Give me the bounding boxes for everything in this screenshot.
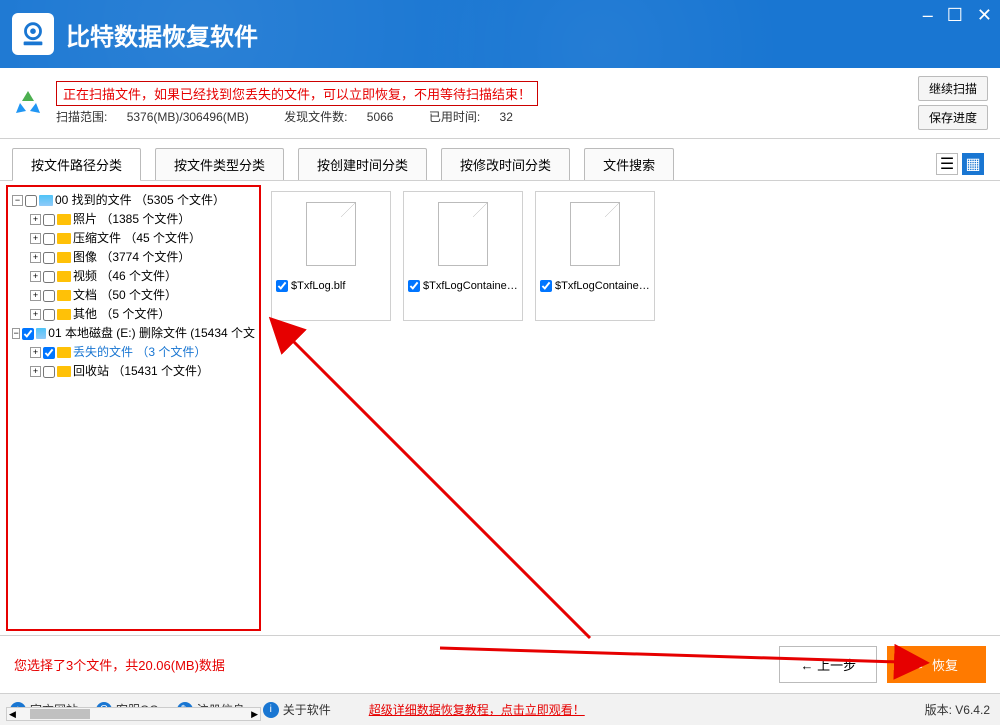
folder-icon xyxy=(57,233,71,244)
tree-checkbox[interactable] xyxy=(22,328,34,340)
file-name: $TxfLogContainer... xyxy=(555,280,650,292)
tab-search[interactable]: 文件搜索 xyxy=(584,148,674,180)
expand-icon[interactable]: + xyxy=(30,290,41,301)
app-title: 比特数据恢复软件 xyxy=(66,17,258,52)
maximize-icon[interactable]: ☐ xyxy=(947,6,963,24)
continue-scan-button[interactable]: 继续扫描 xyxy=(918,76,988,101)
tree-checkbox[interactable] xyxy=(25,195,37,207)
expand-icon[interactable]: + xyxy=(30,366,41,377)
tab-modified[interactable]: 按修改时间分类 xyxy=(441,148,570,180)
expand-icon[interactable]: + xyxy=(30,347,41,358)
tree-label[interactable]: 丢失的文件 （3 个文件） xyxy=(73,343,206,362)
folder-icon xyxy=(57,290,71,301)
file-checkbox[interactable] xyxy=(276,280,288,292)
tutorial-link[interactable]: 超级详细数据恢复教程，点击立即观看！ xyxy=(369,701,585,718)
bottom-bar: 您选择了3个文件，共20.06(MB)数据 ← 上一步 ⟳恢复 xyxy=(0,635,1000,693)
expand-icon[interactable]: + xyxy=(30,214,41,225)
tab-type[interactable]: 按文件类型分类 xyxy=(155,148,284,180)
folder-icon xyxy=(57,252,71,263)
title-bar: 比特数据恢复软件 – ☐ ✕ xyxy=(0,0,1000,68)
file-icon xyxy=(438,202,488,266)
tree-label[interactable]: 压缩文件 （45 个文件） xyxy=(73,229,201,248)
tree-checkbox[interactable] xyxy=(43,214,55,226)
tree-checkbox[interactable] xyxy=(43,309,55,321)
tab-path[interactable]: 按文件路径分类 xyxy=(12,148,141,181)
scan-progress-area: 正在扫描文件，如果已经找到您丢失的文件，可以立即恢复，不用等待扫描结束！ 扫描范… xyxy=(0,68,1000,139)
version-label: 版本: V6.4.2 xyxy=(925,701,990,718)
folder-icon xyxy=(57,347,71,358)
file-item[interactable]: $TxfLog.blf xyxy=(271,191,391,321)
drive-icon xyxy=(39,195,53,206)
tree-label[interactable]: 其他 （5 个文件） xyxy=(73,305,170,324)
tree-scrollbar[interactable]: ◀▶ xyxy=(6,707,261,721)
tree-checkbox[interactable] xyxy=(43,233,55,245)
tree-label[interactable]: 照片 （1385 个文件） xyxy=(73,210,190,229)
file-grid: $TxfLog.blf $TxfLogContainer... $TxfLogC… xyxy=(261,181,1000,635)
file-name: $TxfLogContainer... xyxy=(423,280,518,292)
minimize-icon[interactable]: – xyxy=(923,6,933,24)
recycle-icon xyxy=(12,87,44,119)
save-progress-button[interactable]: 保存进度 xyxy=(918,105,988,130)
file-item[interactable]: $TxfLogContainer... xyxy=(403,191,523,321)
folder-icon xyxy=(57,309,71,320)
expand-icon[interactable]: + xyxy=(30,309,41,320)
tree-label[interactable]: 文档 （50 个文件） xyxy=(73,286,177,305)
tree-label[interactable]: 图像 （3774 个文件） xyxy=(73,248,190,267)
expand-icon[interactable]: + xyxy=(30,271,41,282)
app-logo xyxy=(12,13,54,55)
folder-icon xyxy=(57,214,71,225)
file-checkbox[interactable] xyxy=(408,280,420,292)
view-list-icon[interactable]: ☰ xyxy=(936,153,958,175)
info-icon: i xyxy=(263,702,279,718)
tree-checkbox[interactable] xyxy=(43,252,55,264)
tree-checkbox[interactable] xyxy=(43,347,55,359)
scan-message: 正在扫描文件，如果已经找到您丢失的文件，可以立即恢复，不用等待扫描结束！ xyxy=(56,81,538,106)
file-item[interactable]: $TxfLogContainer... xyxy=(535,191,655,321)
prev-button[interactable]: ← 上一步 xyxy=(779,646,877,683)
tree-checkbox[interactable] xyxy=(43,366,55,378)
refresh-icon: ⟳ xyxy=(915,657,926,673)
tree-checkbox[interactable] xyxy=(43,271,55,283)
recover-button[interactable]: ⟳恢复 xyxy=(887,646,986,683)
tree-label[interactable]: 视频 （46 个文件） xyxy=(73,267,177,286)
close-icon[interactable]: ✕ xyxy=(977,6,992,24)
expand-icon[interactable]: − xyxy=(12,195,23,206)
tab-created[interactable]: 按创建时间分类 xyxy=(298,148,427,180)
tree-checkbox[interactable] xyxy=(43,290,55,302)
expand-icon[interactable]: − xyxy=(12,328,20,339)
tabs-row: 按文件路径分类 按文件类型分类 按创建时间分类 按修改时间分类 文件搜索 ☰ ▦ xyxy=(0,139,1000,181)
file-name: $TxfLog.blf xyxy=(291,280,386,292)
folder-icon xyxy=(57,271,71,282)
scan-stats: 扫描范围: 5376(MB)/306496(MB) 发现文件数: 5066 已用… xyxy=(56,108,906,125)
folder-icon xyxy=(57,366,71,377)
file-icon xyxy=(306,202,356,266)
footer-about[interactable]: i关于软件 xyxy=(263,701,331,718)
selection-info: 您选择了3个文件，共20.06(MB)数据 xyxy=(14,655,225,674)
view-grid-icon[interactable]: ▦ xyxy=(962,153,984,175)
tree-label[interactable]: 00 找到的文件 （5305 个文件） xyxy=(55,191,225,210)
tree-label[interactable]: 回收站 （15431 个文件） xyxy=(73,362,209,381)
file-checkbox[interactable] xyxy=(540,280,552,292)
tree-label[interactable]: 01 本地磁盘 (E:) 删除文件 (15434 个文 xyxy=(48,324,255,343)
folder-tree: − 00 找到的文件 （5305 个文件） + 照片 （1385 个文件） + 压缩文… xyxy=(6,185,261,631)
file-icon xyxy=(570,202,620,266)
expand-icon[interactable]: + xyxy=(30,252,41,263)
drive-icon xyxy=(36,328,46,339)
expand-icon[interactable]: + xyxy=(30,233,41,244)
